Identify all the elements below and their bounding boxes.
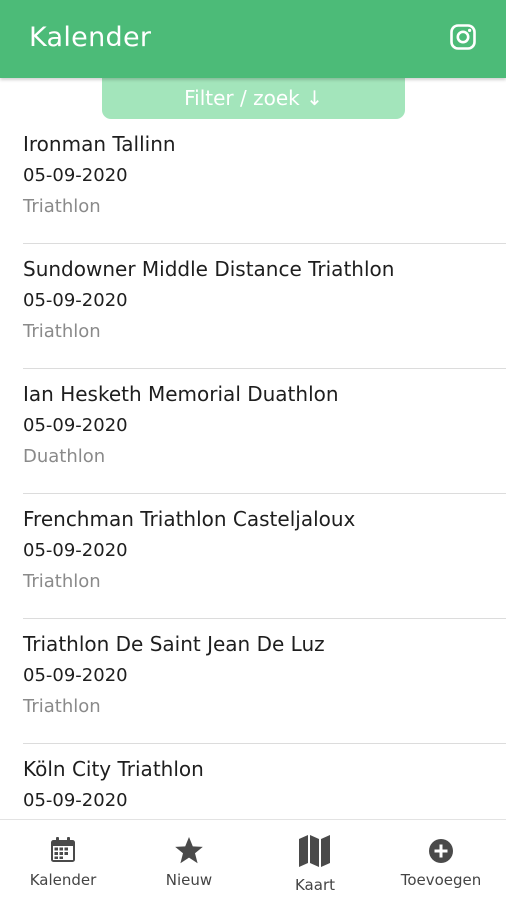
nav-label: Nieuw	[165, 871, 213, 889]
event-name: Triathlon De Saint Jean De Luz	[23, 632, 325, 656]
nav-kaart[interactable]: Kaart	[252, 820, 378, 901]
event-type: Triathlon	[23, 696, 101, 717]
nav-toevoegen[interactable]: Toevoegen	[378, 820, 504, 901]
event-list-item[interactable]: Köln City Triathlon 05-09-2020	[0, 744, 506, 819]
app-header: Kalender	[0, 0, 506, 78]
event-name: Ironman Tallinn	[23, 132, 176, 156]
event-type: Triathlon	[23, 571, 101, 592]
nav-kalender[interactable]: Kalender	[0, 820, 126, 901]
event-date: 05-09-2020	[23, 790, 128, 811]
map-icon	[299, 835, 330, 867]
event-name: Frenchman Triathlon Casteljaloux	[23, 507, 356, 531]
event-date: 05-09-2020	[23, 415, 128, 436]
event-type: Triathlon	[23, 321, 101, 342]
event-list: Ironman Tallinn 05-09-2020 Triathlon Sun…	[0, 119, 506, 819]
nav-label: Toevoegen	[400, 871, 482, 889]
nav-label: Kaart	[294, 876, 335, 894]
bottom-navigation: Kalender Nieuw Kaart Toevoegen	[0, 819, 506, 901]
event-list-item[interactable]: Sundowner Middle Distance Triathlon 05-0…	[0, 244, 506, 369]
event-date: 05-09-2020	[23, 165, 128, 186]
event-name: Sundowner Middle Distance Triathlon	[23, 257, 395, 281]
plus-circle-icon	[429, 839, 453, 863]
page-title: Kalender	[29, 22, 152, 53]
event-date: 05-09-2020	[23, 665, 128, 686]
star-icon	[175, 837, 203, 864]
event-list-item[interactable]: Triathlon De Saint Jean De Luz 05-09-202…	[0, 619, 506, 744]
calendar-icon	[51, 837, 75, 862]
event-date: 05-09-2020	[23, 540, 128, 561]
filter-search-button[interactable]: Filter / zoek ↓	[102, 78, 405, 119]
nav-nieuw[interactable]: Nieuw	[126, 820, 252, 901]
event-list-item[interactable]: Frenchman Triathlon Casteljaloux 05-09-2…	[0, 494, 506, 619]
event-name: Köln City Triathlon	[23, 757, 204, 781]
instagram-icon[interactable]	[450, 24, 476, 50]
event-date: 05-09-2020	[23, 290, 128, 311]
event-list-item[interactable]: Ian Hesketh Memorial Duathlon 05-09-2020…	[0, 369, 506, 494]
event-type: Duathlon	[23, 446, 106, 467]
event-name: Ian Hesketh Memorial Duathlon	[23, 382, 339, 406]
nav-label: Kalender	[29, 871, 97, 889]
event-list-item[interactable]: Ironman Tallinn 05-09-2020 Triathlon	[0, 119, 506, 244]
event-type: Triathlon	[23, 196, 101, 217]
